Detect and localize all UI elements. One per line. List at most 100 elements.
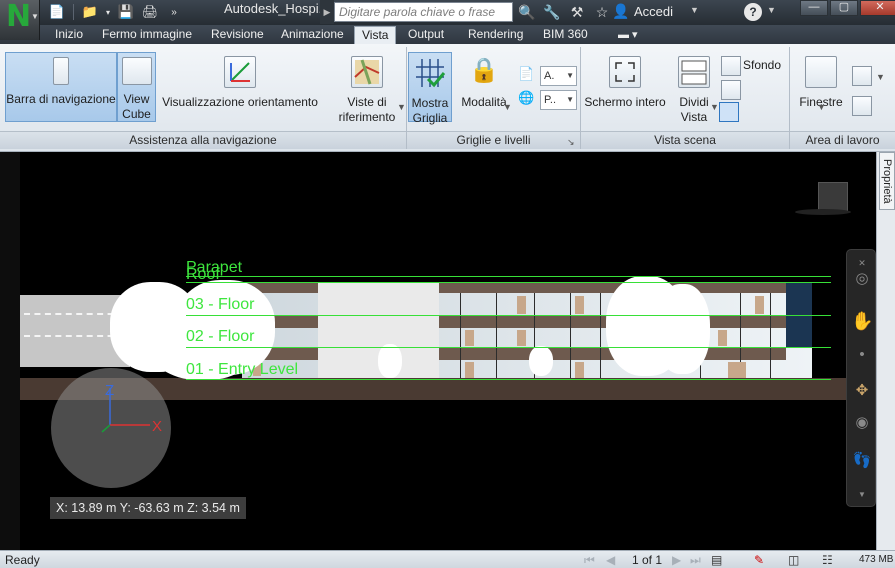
floor-slab [439,283,786,293]
sign-in-link[interactable]: Accedi [634,4,673,19]
navigation-bar-button[interactable]: Barra di navigazione [5,52,117,122]
application-menu-button[interactable]: N ▼ [0,0,40,40]
tab-revisione[interactable]: Revisione [211,26,264,44]
pan-hand-icon[interactable]: ✋ [851,310,873,332]
look-around-icon[interactable]: ◉ [851,412,873,434]
open-folder-icon[interactable]: 📁 [79,2,101,22]
tab-vista[interactable]: Vista [354,26,397,44]
maximize-button[interactable]: ▢ [830,0,858,16]
right-dock-strip [876,152,895,550]
print-icon[interactable]: 🖨 [139,2,161,22]
level-label-01: 01 - Entry Level [186,361,299,378]
tools-icon[interactable]: ⚒ [566,2,588,22]
window-panel [728,362,746,379]
more-tools-icon[interactable]: » [163,2,185,22]
full-screen-label: Schermo intero [584,95,666,109]
walk-icon[interactable]: 👣 [851,450,873,472]
chevron-down-icon[interactable]: ▼ [851,484,873,506]
workspace-save-icon[interactable] [852,96,872,116]
user-icon[interactable]: 👤 [612,3,630,21]
reference-views-button[interactable]: Viste di riferimento [330,52,404,127]
chevron-down-icon[interactable]: ▼ [817,102,826,112]
grid-combo-p[interactable]: P.. ▼ [540,90,577,110]
tab-bim360[interactable]: BIM 360 [543,26,588,44]
chevron-down-icon[interactable]: ▼ [690,5,699,15]
minimize-button[interactable]: — [800,0,828,16]
axis-z-label: Z [105,382,115,399]
view-cube-button[interactable]: View Cube [117,52,156,122]
background-label[interactable]: Sfondo [743,58,781,73]
binoculars-icon[interactable]: 🔍 [516,2,538,22]
chevron-down-icon[interactable]: ▼ [397,102,406,112]
toolbar-separator [73,4,74,20]
split-view-button[interactable]: Dividi Vista [672,52,716,127]
mullion [496,293,497,380]
last-page-icon[interactable]: ⏭ [690,553,701,568]
first-page-icon[interactable]: ⏮ [584,553,595,568]
axes-icon [224,56,256,88]
ribbon-options-icon[interactable]: ▬ ▾ [618,28,638,41]
previous-page-icon[interactable]: ◀ [606,553,615,567]
steering-wheel-icon[interactable]: ◎ [851,268,873,290]
memory-usage: 473 MB [859,554,894,565]
close-button[interactable]: ✕ [860,0,895,16]
mullion [600,293,601,380]
level-line-03 [186,315,831,316]
reference-views-label-2: riferimento [338,110,396,124]
panel-launcher-icon[interactable]: ↘ [567,137,575,148]
level-line-02 [186,347,831,348]
grid-combo-a[interactable]: A. ▼ [540,66,577,86]
title-bar: 📄 📁 ▾ 💾 🖨 » Autodesk_Hospi... ▶ Digitare… [0,0,895,25]
navigation-bar: ✕ ◎ ✋ • ✥ ◉ 👣 ▼ [846,249,876,507]
new-file-icon[interactable]: 📄 [46,2,68,22]
search-input[interactable]: Digitare parola chiave o frase [334,2,513,22]
zoom-icon[interactable]: • [851,344,873,366]
background-icon[interactable] [721,56,741,76]
panel-title-navigation: Assistenza alla navigazione [0,131,406,149]
chevron-down-icon[interactable]: ▼ [876,72,885,82]
coordinate-readout: X: 13.89 m Y: -63.63 m Z: 3.54 m [50,497,246,519]
help-button[interactable]: ? [744,3,762,21]
chevron-down-icon[interactable]: ▼ [503,102,512,112]
globe-icon: 🌐 [518,90,535,105]
show-grid-button[interactable]: Mostra Griglia [408,52,452,125]
chevron-down-icon: ▼ [566,71,574,80]
server-icon: ☷ [822,553,833,567]
tab-rendering[interactable]: Rendering [468,26,523,44]
chevron-down-icon[interactable]: ▼ [767,5,776,15]
level-line-01 [186,379,831,380]
open-dropdown-icon[interactable]: ▾ [103,2,113,22]
tile-view-icon[interactable] [719,102,739,122]
panel-title-grids: Griglie e livelli [407,131,580,149]
resize-icon[interactable] [721,80,741,100]
tab-inizio[interactable]: Inizio [55,26,83,44]
title-expand-icon[interactable]: ▶ [320,0,334,24]
tab-fermo-immagine[interactable]: Fermo immagine [102,26,192,44]
oriented-view-button[interactable]: Visualizzazione orientamento [160,52,320,122]
full-screen-button[interactable]: Schermo intero [582,52,668,122]
windows-icon [805,56,837,88]
window-panel [517,296,526,314]
small-tree [529,346,553,376]
favorites-star-icon[interactable]: ☆ [591,2,613,22]
sheet-browser-icon[interactable]: ▤ [711,553,722,567]
map-glyph [354,59,380,85]
road-marking [24,335,124,337]
properties-tab[interactable]: Proprietà [879,152,895,210]
save-icon[interactable]: 💾 [115,2,137,22]
road-marking [24,313,124,315]
pencil-progress-icon: ✎ [754,553,765,567]
lock-icon: 🔒 [469,57,499,84]
wrench-icon[interactable]: 🔧 [541,2,563,22]
next-page-icon[interactable]: ▶ [672,553,681,567]
viewcube[interactable] [818,182,848,212]
tab-animazione[interactable]: Animazione [281,26,344,44]
chevron-down-icon[interactable]: ▼ [710,102,719,112]
tab-output[interactable]: Output [408,26,444,44]
infocenter-tools: 🔍 🔧 ⚒ ☆ [516,2,613,22]
grid-glyph [416,59,446,88]
oriented-view-label: Visualizzazione orientamento [162,95,318,109]
orbit-icon[interactable]: ✥ [851,380,873,402]
workspace-load-icon[interactable] [852,66,872,86]
small-tree [378,344,402,378]
